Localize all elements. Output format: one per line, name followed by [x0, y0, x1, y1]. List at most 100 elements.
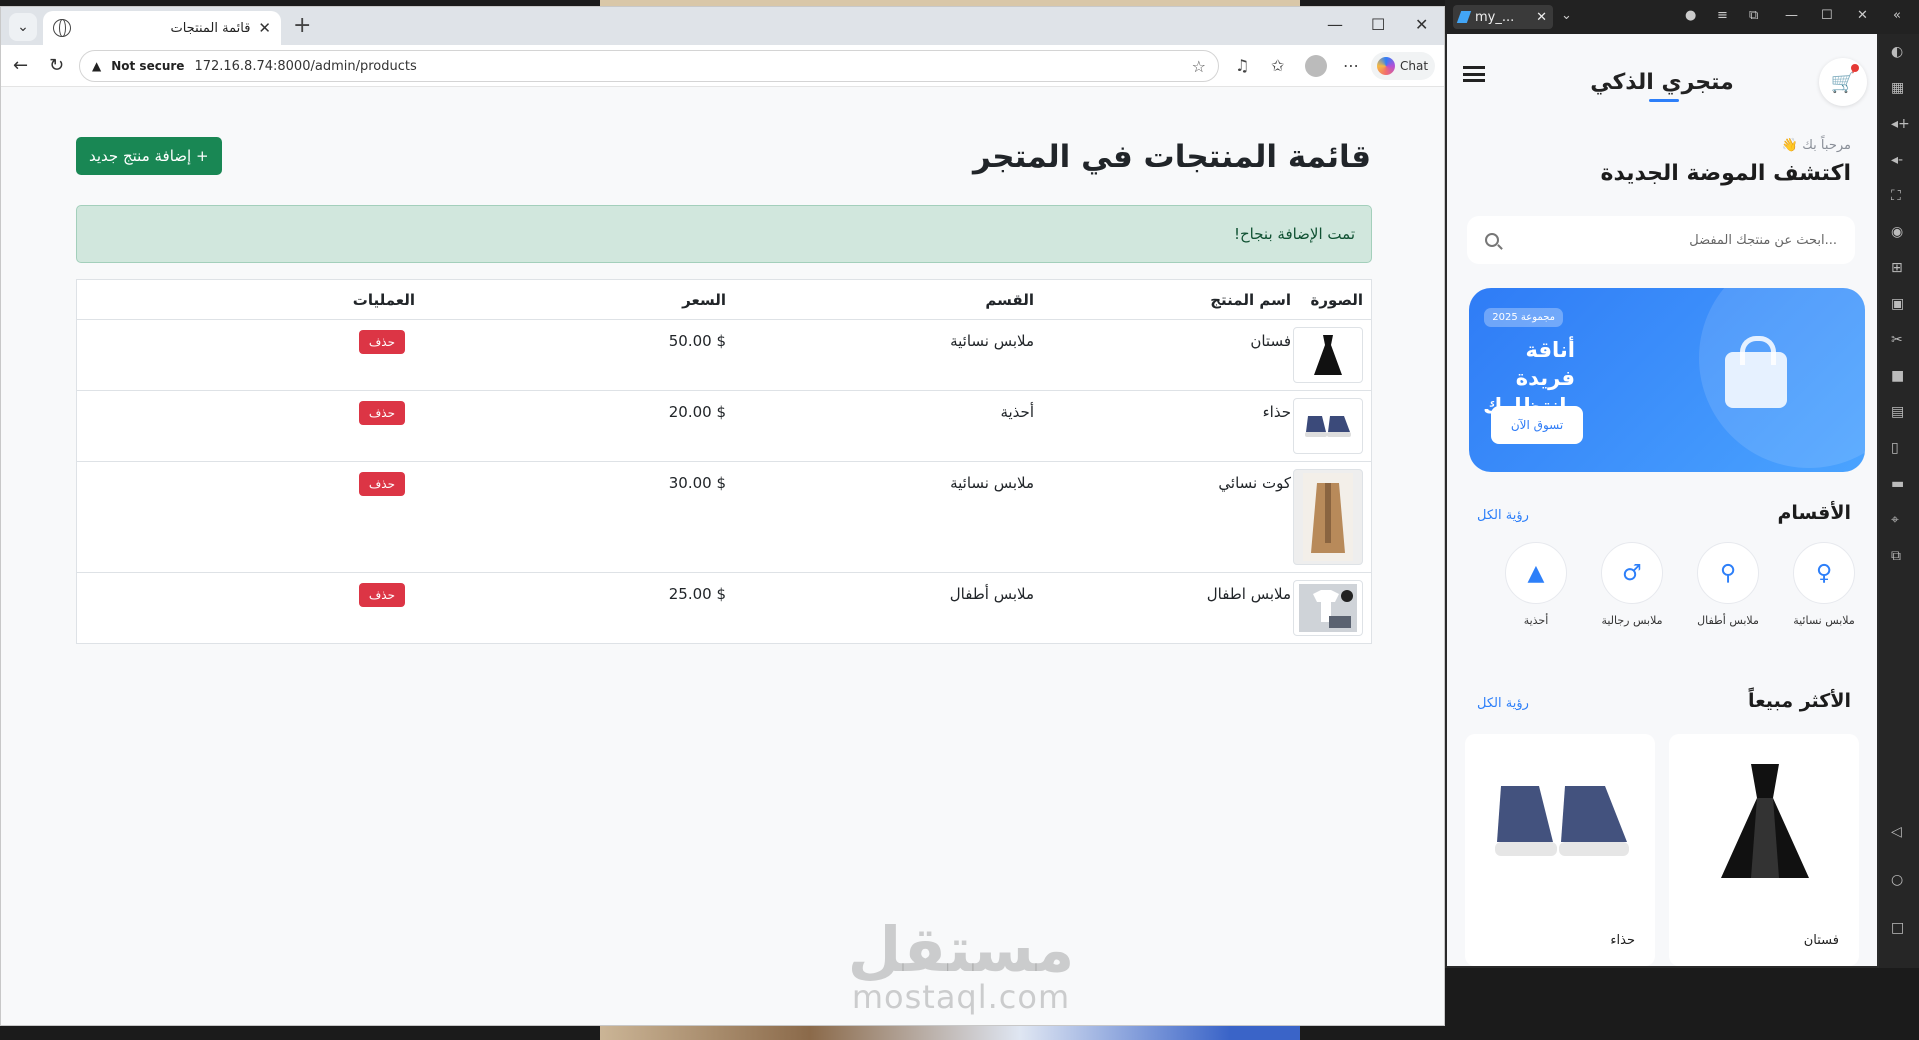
- search-icon: [1485, 233, 1499, 247]
- desktop-background-bottom: [600, 1026, 1300, 1040]
- read-aloud-icon[interactable]: ♫: [1235, 56, 1249, 75]
- delete-button[interactable]: حذف: [358, 472, 405, 496]
- keyboard-icon[interactable]: ▦: [1891, 80, 1904, 96]
- page-title: قائمة المنتجات في المتجر: [972, 139, 1371, 175]
- close-tab-icon[interactable]: ✕: [258, 19, 271, 37]
- header-operations: العمليات: [352, 290, 415, 309]
- app-brand: متجري الذكي: [1590, 70, 1734, 95]
- shoes-icon: [1495, 786, 1629, 856]
- minimize-icon[interactable]: —: [1327, 15, 1343, 34]
- header-name: اسم المنتج: [1210, 290, 1291, 309]
- volume-up-icon[interactable]: ◂+: [1891, 116, 1910, 132]
- stroller-icon: ⚲: [1697, 542, 1759, 604]
- menu-icon[interactable]: ≡: [1717, 8, 1728, 23]
- product-thumbnail-coat: [1293, 469, 1363, 565]
- tab-search-button[interactable]: ⌄: [9, 13, 37, 41]
- close-icon[interactable]: ✕: [1536, 10, 1547, 25]
- folder-icon[interactable]: ▬: [1891, 476, 1904, 492]
- url-text[interactable]: 172.16.8.74:8000/admin/products: [194, 59, 416, 74]
- robot-icon[interactable]: ▣: [1891, 296, 1904, 312]
- phone-screen: متجري الذكي 🛒 مرحباً بك 👋 اكتشف الموضة ا…: [1447, 34, 1877, 966]
- minimize-icon[interactable]: —: [1785, 8, 1798, 23]
- categories-title: الأقسام: [1777, 502, 1852, 524]
- categories-list: ♀ ملابس نسائية ⚲ ملابس أطفال ♂ ملابس رجا…: [1467, 542, 1863, 642]
- table-row: حذاء أحذية $ 20.00 حذف: [77, 391, 1371, 462]
- search-placeholder: ...ابحث عن منتجك المفضل: [1689, 232, 1837, 248]
- coat-icon: [1303, 473, 1353, 561]
- collapse-icon[interactable]: «: [1893, 8, 1901, 23]
- chevron-down-icon[interactable]: ⌄: [1561, 8, 1572, 23]
- theme-icon[interactable]: ◐: [1891, 44, 1903, 60]
- product-thumbnail-shoes: [1293, 398, 1363, 454]
- add-product-button[interactable]: + إضافة منتج جديد: [76, 137, 222, 175]
- table-header: الصورة اسم المنتج القسم السعر العمليات: [77, 280, 1371, 320]
- volume-down-icon[interactable]: ◂-: [1891, 152, 1903, 168]
- delete-button[interactable]: حذف: [358, 583, 405, 607]
- new-tab-button[interactable]: +: [293, 15, 311, 37]
- tab-products[interactable]: قائمة المنتجات ✕: [43, 11, 281, 45]
- back-arrow-icon[interactable]: ←: [13, 55, 28, 76]
- gamepad-icon[interactable]: ◉: [1891, 224, 1903, 240]
- media-icon[interactable]: ▤: [1891, 404, 1904, 420]
- maximize-icon[interactable]: ☐: [1821, 8, 1833, 23]
- cart-icon: 🛒: [1830, 70, 1856, 94]
- profile-avatar-icon[interactable]: [1305, 55, 1327, 77]
- close-window-icon[interactable]: ✕: [1415, 15, 1428, 34]
- install-icon[interactable]: ⊞: [1891, 260, 1903, 276]
- warning-icon: ▲: [92, 59, 102, 73]
- back-triangle-icon[interactable]: ◁: [1891, 824, 1902, 840]
- emulator-tab-title: my_...: [1475, 9, 1515, 25]
- product-thumbnail-kids-clothes: [1293, 580, 1363, 636]
- bestseller-card-dress[interactable]: فستان: [1669, 734, 1859, 966]
- watermark-arabic: مستقل: [847, 913, 1075, 986]
- categories-see-all-link[interactable]: رؤية الكل: [1477, 508, 1529, 523]
- account-icon[interactable]: ●: [1685, 8, 1696, 23]
- search-input[interactable]: ...ابحث عن منتجك المفضل: [1467, 216, 1855, 264]
- product-name: فستان: [1250, 332, 1291, 350]
- cart-badge: [1851, 64, 1859, 72]
- dress-icon: [1721, 764, 1809, 878]
- table-row: كوت نسائي ملابس نسائية $ 30.00 حذف: [77, 462, 1371, 573]
- shapes-icon: ▲: [1505, 542, 1567, 604]
- header-image: الصورة: [1310, 290, 1363, 309]
- product-price: $ 30.00: [668, 474, 726, 492]
- bestseller-card-shoes[interactable]: حذاء: [1465, 734, 1655, 966]
- home-circle-icon[interactable]: ○: [1891, 872, 1903, 888]
- close-window-icon[interactable]: ✕: [1857, 8, 1868, 23]
- security-label[interactable]: Not secure: [111, 59, 184, 73]
- admin-products-page: قائمة المنتجات في المتجر + إضافة منتج جد…: [1, 87, 1444, 1025]
- success-alert: تمت الإضافة بنجاح!: [76, 205, 1372, 263]
- window-icon[interactable]: ⧉: [1749, 8, 1758, 23]
- category-kids[interactable]: ⚲ ملابس أطفال: [1689, 542, 1767, 627]
- bestsellers-see-all-link[interactable]: رؤية الكل: [1477, 696, 1529, 711]
- bestseller-name: فستان: [1803, 933, 1839, 948]
- more-menu-icon[interactable]: ⋯: [1343, 56, 1359, 75]
- cart-button[interactable]: 🛒: [1819, 58, 1867, 106]
- category-shoes[interactable]: ▲ أحذية: [1497, 542, 1575, 627]
- bookmark-star-icon[interactable]: ☆: [1192, 57, 1206, 76]
- reload-icon[interactable]: ↻: [49, 55, 64, 76]
- copilot-icon: [1377, 57, 1395, 75]
- bestsellers-title: الأكثر مبيعاً: [1747, 690, 1851, 712]
- phone-icon[interactable]: ▯: [1891, 440, 1899, 456]
- category-men[interactable]: ♂ ملابس رجالية: [1593, 542, 1671, 627]
- category-women[interactable]: ♀ ملابس نسائية: [1785, 542, 1863, 627]
- fullscreen-icon[interactable]: ⛶: [1891, 188, 1901, 204]
- product-name: كوت نسائي: [1218, 474, 1291, 492]
- record-icon[interactable]: ■: [1891, 368, 1904, 384]
- shop-now-button[interactable]: تسوق الآن: [1491, 406, 1583, 444]
- delete-button[interactable]: حذف: [358, 401, 405, 425]
- address-bar[interactable]: ▲ Not secure 172.16.8.74:8000/admin/prod…: [79, 50, 1219, 82]
- copilot-chat-button[interactable]: Chat: [1371, 52, 1435, 80]
- emulator-tab[interactable]: my_... ✕: [1453, 5, 1553, 29]
- location-icon[interactable]: ⌖: [1891, 512, 1899, 528]
- favorites-icon[interactable]: ✩: [1271, 56, 1284, 75]
- browser-toolbar: ← ↻ ▲ Not secure 172.16.8.74:8000/admin/…: [1, 45, 1444, 87]
- delete-button[interactable]: حذف: [358, 330, 405, 354]
- recents-square-icon[interactable]: □: [1891, 920, 1904, 936]
- layers-icon[interactable]: ⧉: [1891, 548, 1901, 564]
- scissors-icon[interactable]: ✂: [1891, 332, 1903, 348]
- maximize-icon[interactable]: ☐: [1371, 15, 1385, 34]
- emulator-side-toolbar: ◐ ▦ ◂+ ◂- ⛶ ◉ ⊞ ▣ ✂ ■ ▤ ▯ ▬ ⌖ ⧉ ◁ ○ □: [1879, 34, 1919, 968]
- category-label: ملابس رجالية: [1601, 614, 1663, 627]
